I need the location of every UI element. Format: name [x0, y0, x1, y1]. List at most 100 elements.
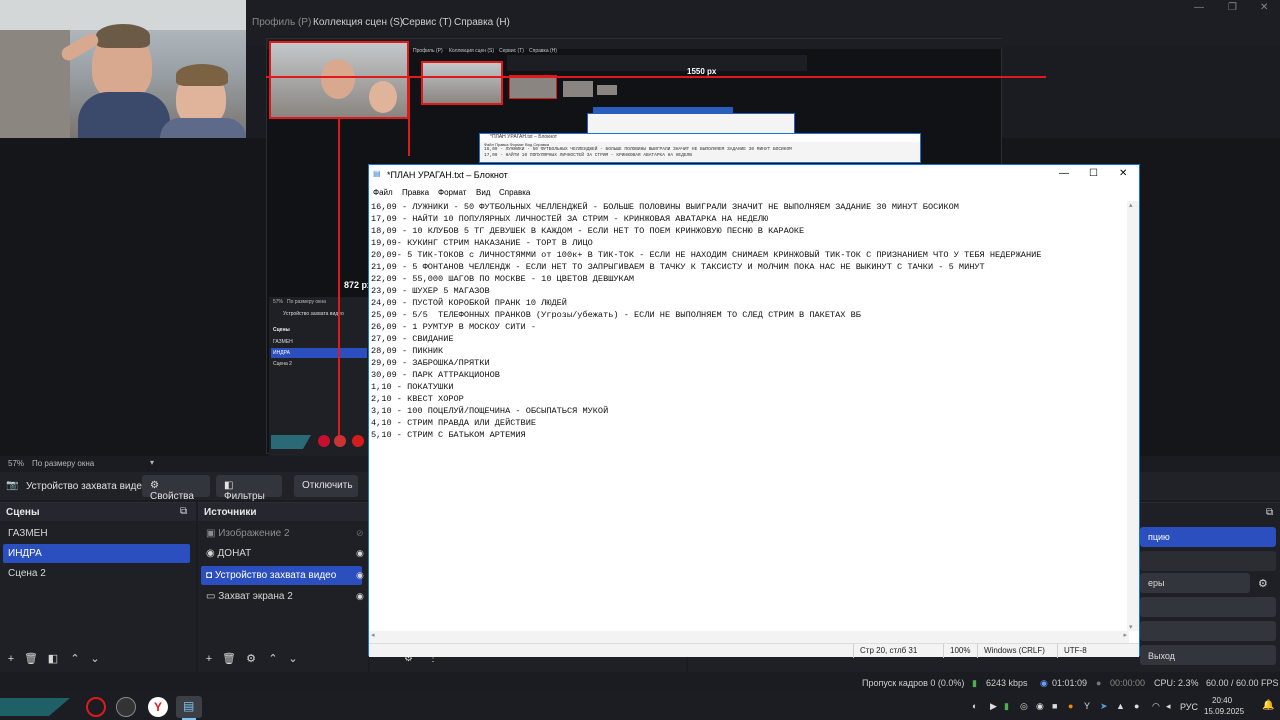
- text-line: 27,09 - СВИДАНИЕ: [371, 334, 454, 344]
- disable-button[interactable]: Отключить: [294, 475, 358, 497]
- text-line: 4,10 - СТРИМ ПРАВДА ИЛИ ДЕЙСТВИЕ: [371, 418, 537, 428]
- volume-icon[interactable]: ◂: [1166, 701, 1171, 712]
- obs-icon[interactable]: [116, 697, 136, 717]
- scroll-left-icon[interactable]: ◂: [371, 631, 375, 639]
- network-icon: ▮: [972, 678, 977, 688]
- tray-app-icon[interactable]: ◉: [1036, 701, 1044, 712]
- eye-icon[interactable]: ◉: [356, 591, 364, 602]
- guide-line-top: [266, 76, 1046, 78]
- nested-menu-profile: Профиль (P): [413, 48, 443, 54]
- eye-hidden-icon[interactable]: ⊘: [356, 528, 364, 539]
- virtual-camera-button[interactable]: еры: [1140, 573, 1250, 593]
- text-line: 18,09 - 10 КЛУБОВ 5 ТГ ДЕВУШЕК В КАЖДОМ …: [371, 226, 805, 236]
- tray-app-icon[interactable]: ◎: [1020, 701, 1028, 712]
- menu-view[interactable]: Вид: [476, 188, 490, 197]
- notification-icon[interactable]: 🔔: [1262, 700, 1274, 711]
- camera-icon: 📷: [6, 480, 19, 491]
- sources-footer: + 🗑 ⚙ ⌃ ⌄: [198, 648, 368, 670]
- eye-icon[interactable]: ◉: [356, 548, 364, 559]
- maximize-icon[interactable]: ☐: [1089, 168, 1098, 179]
- close-icon[interactable]: ✕: [1260, 2, 1268, 13]
- live-icon: ◉: [1040, 678, 1048, 688]
- gear-icon[interactable]: ⚙: [1258, 577, 1268, 590]
- live-time: 01:01:09: [1052, 678, 1088, 688]
- guide-line-vertical-2: [338, 118, 340, 436]
- menu-file[interactable]: Файл: [373, 188, 393, 197]
- text-line: 20,09- 5 ТИК-ТОКОВ с ЛИЧНОСТЯММИ от 100к…: [371, 250, 1042, 260]
- move-up-icon[interactable]: ⌃: [264, 650, 282, 668]
- opera-icon[interactable]: [86, 697, 106, 717]
- tray-app-icon[interactable]: ●: [1134, 701, 1139, 711]
- tray-app-icon[interactable]: ●: [1068, 701, 1073, 711]
- scene-item-selected[interactable]: ИНДРА: [3, 544, 190, 563]
- yandex-browser-icon[interactable]: Y: [148, 697, 168, 717]
- gear-icon[interactable]: ⚙: [242, 650, 260, 668]
- menu-edit[interactable]: Правка: [402, 188, 429, 197]
- filter-icon[interactable]: ◧: [44, 650, 62, 668]
- text-line: 26,09 - 1 РУМТУР В МОСКОУ СИТИ -: [371, 322, 537, 332]
- menu-tools[interactable]: Сервис (T): [402, 17, 452, 28]
- text-line: 28,09 - ПИКНИК: [371, 346, 444, 356]
- selected-source-name: Устройство захвата видео: [26, 481, 148, 492]
- undock-icon[interactable]: ⧉: [180, 506, 187, 517]
- move-down-icon[interactable]: ⌄: [284, 650, 302, 668]
- menu-scene-collection[interactable]: Коллекция сцен (S): [313, 17, 403, 28]
- menu-format[interactable]: Формат: [438, 188, 466, 197]
- notepad-menu: Файл Правка Формат Вид Справка: [369, 185, 1139, 201]
- back-notepad-title: *ПЛАН УРАГАН.txt – Блокнот: [480, 134, 920, 142]
- add-source-icon[interactable]: +: [200, 650, 218, 668]
- vertical-scrollbar[interactable]: ▴ ▾: [1127, 201, 1139, 631]
- notepad-taskbar-button[interactable]: ▤: [176, 696, 202, 718]
- scene-item[interactable]: ГАЗМЕН: [3, 524, 190, 543]
- chevron-down-icon[interactable]: ▾: [150, 458, 154, 467]
- scroll-down-icon[interactable]: ▾: [1129, 623, 1133, 631]
- scroll-up-icon[interactable]: ▴: [1129, 201, 1133, 209]
- wifi-icon[interactable]: ◠: [1152, 701, 1160, 712]
- source-item[interactable]: ▭ Захват экрана 2: [201, 587, 362, 606]
- trash-icon[interactable]: 🗑: [22, 650, 40, 668]
- source-item[interactable]: ▣ Изображение 2: [201, 524, 362, 543]
- clock-date[interactable]: 15.09.2025: [1204, 707, 1244, 716]
- maximize-icon[interactable]: ❐: [1228, 2, 1237, 13]
- text-line: 30,09 - ПАРК АТТРАКЦИОНОВ: [371, 370, 500, 380]
- undock-icon[interactable]: ⧉: [1266, 507, 1273, 518]
- back-notepad-line-1: 16,09 - ЛУЖНИКИ - 50 ФУТБОЛЬНЫХ ЧЕЛЛЕНДЖ…: [484, 147, 792, 152]
- exit-button[interactable]: Выход: [1140, 645, 1276, 665]
- add-scene-icon[interactable]: +: [2, 650, 20, 668]
- move-up-icon[interactable]: ⌃: [66, 650, 84, 668]
- scene-item[interactable]: Сцена 2: [3, 564, 190, 583]
- tray-app-icon[interactable]: ▲: [1116, 701, 1125, 711]
- tray-app-icon[interactable]: Y: [1084, 701, 1090, 711]
- zoom-scale-select[interactable]: По размеру окна: [32, 459, 94, 468]
- eye-icon[interactable]: ◉: [356, 570, 364, 581]
- fps: 60.00 / 60.00 FPS: [1206, 678, 1279, 688]
- filters-button[interactable]: ◧ Фильтры: [216, 475, 282, 502]
- scroll-right-icon[interactable]: ▸: [1123, 631, 1127, 639]
- filter-icon: ◧: [224, 480, 234, 491]
- source-item-selected[interactable]: ◘ Устройство захвата видео: [201, 566, 362, 585]
- nested-webcam: [269, 41, 409, 119]
- tray-app-icon[interactable]: ◐: [972, 701, 977, 711]
- notepad-text-area[interactable]: 16,09 - ЛУЖНИКИ - 50 ФУТБОЛЬНЫХ ЧЕЛЛЕНДЖ…: [369, 201, 1127, 631]
- nested-scenes-title: Сцены: [273, 327, 290, 333]
- horizontal-scrollbar[interactable]: ◂ ▸: [369, 631, 1129, 643]
- source-item[interactable]: ◉ ДОНАТ: [201, 544, 362, 563]
- clock-time[interactable]: 20:40: [1212, 696, 1232, 705]
- input-language[interactable]: РУС: [1180, 702, 1198, 712]
- move-down-icon[interactable]: ⌄: [86, 650, 104, 668]
- properties-button[interactable]: ⚙ Свойства: [142, 475, 210, 502]
- tray-app-icon[interactable]: ▮: [1004, 701, 1009, 712]
- menu-help[interactable]: Справка: [499, 188, 530, 197]
- minimize-icon[interactable]: —: [1059, 168, 1069, 179]
- start-streaming-button[interactable]: пцию: [1140, 527, 1276, 547]
- trash-icon[interactable]: 🗑: [220, 650, 238, 668]
- close-icon[interactable]: ✕: [1119, 168, 1127, 179]
- minimize-icon[interactable]: —: [1194, 2, 1204, 13]
- menu-help[interactable]: Справка (H): [454, 17, 510, 28]
- tray-app-icon[interactable]: ▶: [990, 701, 997, 712]
- tray-app-icon[interactable]: ■: [1052, 701, 1057, 711]
- scenes-dock: Сцены ⧉ ГАЗМЕН ИНДРА Сцена 2 + 🗑 ◧ ⌃ ⌄: [0, 502, 196, 672]
- menu-profile[interactable]: Профиль (P): [252, 17, 311, 28]
- telegram-icon[interactable]: ➤: [1100, 701, 1108, 712]
- text-line: 17,09 - НАЙТИ 10 ПОПУЛЯРНЫХ ЛИЧНОСТЕЙ ЗА…: [371, 214, 769, 224]
